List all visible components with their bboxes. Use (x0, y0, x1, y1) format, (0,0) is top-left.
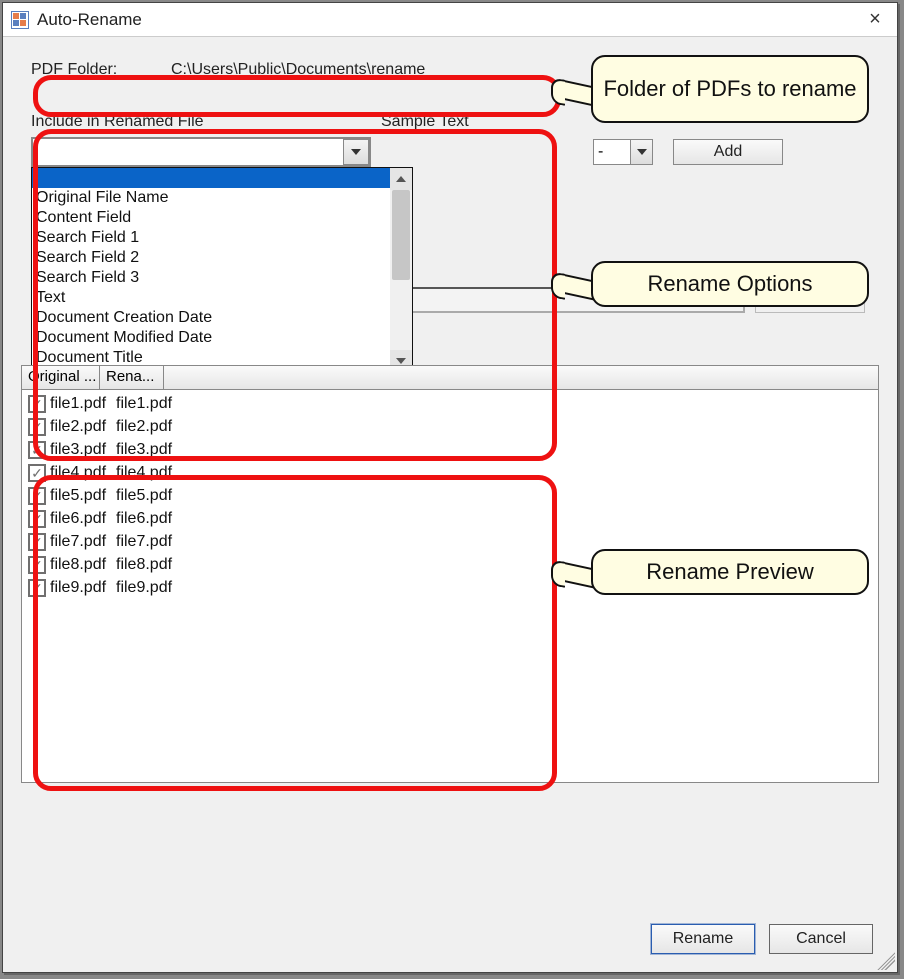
renamed-filename: file1.pdf (116, 395, 172, 413)
renamed-filename: file9.pdf (116, 579, 172, 597)
original-filename: file4.pdf (50, 464, 112, 482)
window-frame: Auto-Rename × PDF Folder: C:\Users\Publi… (2, 2, 898, 973)
annotation-callout: Rename Preview (591, 549, 869, 595)
dropdown-item[interactable]: Search Field 1 (32, 228, 390, 248)
renamed-filename: file5.pdf (116, 487, 172, 505)
close-icon[interactable]: × (861, 8, 889, 32)
resize-grip-icon[interactable] (877, 952, 895, 970)
renamed-filename: file7.pdf (116, 533, 172, 551)
row-checkbox[interactable]: ✓ (28, 487, 46, 505)
cancel-button[interactable]: Cancel (769, 924, 873, 954)
original-filename: file2.pdf (50, 418, 112, 436)
col-renamed[interactable]: Rena... (100, 366, 164, 389)
pdf-folder-label: PDF Folder: (31, 61, 171, 79)
dropdown-item[interactable]: Text (32, 288, 390, 308)
row-checkbox[interactable]: ✓ (28, 441, 46, 459)
original-filename: file8.pdf (50, 556, 112, 574)
dropdown-items: Original File Name Content Field Search … (32, 168, 390, 372)
pdf-folder-path: C:\Users\Public\Documents\rename (171, 61, 425, 79)
row-checkbox[interactable]: ✓ (28, 510, 46, 528)
dropdown-item[interactable]: Content Field (32, 208, 390, 228)
window-title: Auto-Rename (37, 10, 142, 30)
table-row[interactable]: ✓file1.pdffile1.pdf (22, 392, 878, 415)
annotation-callout: Rename Options (591, 261, 869, 307)
scroll-thumb[interactable] (392, 190, 410, 280)
row-checkbox[interactable]: ✓ (28, 395, 46, 413)
dropdown-item[interactable]: Document Modified Date (32, 328, 390, 348)
row-checkbox[interactable]: ✓ (28, 556, 46, 574)
add-button[interactable]: Add (673, 139, 783, 165)
dropdown-item[interactable]: Search Field 2 (32, 248, 390, 268)
original-filename: file5.pdf (50, 487, 112, 505)
table-row[interactable]: ✓file3.pdffile3.pdf (22, 438, 878, 461)
chevron-down-icon[interactable] (343, 139, 369, 165)
dropdown-item-selected[interactable] (32, 168, 390, 188)
row-checkbox[interactable]: ✓ (28, 464, 46, 482)
row-checkbox[interactable]: ✓ (28, 533, 46, 551)
separator-combobox[interactable]: - (593, 139, 653, 165)
separator-value: - (598, 143, 603, 161)
app-icon (11, 11, 29, 29)
row-checkbox[interactable]: ✓ (28, 579, 46, 597)
dropdown-item[interactable]: Document Creation Date (32, 308, 390, 328)
original-filename: file6.pdf (50, 510, 112, 528)
renamed-filename: file3.pdf (116, 441, 172, 459)
col-original[interactable]: Original ... (22, 366, 100, 389)
dropdown-item[interactable]: Original File Name (32, 188, 390, 208)
scrollbar[interactable] (390, 168, 412, 372)
preview-header: Original ... Rena... (22, 366, 878, 390)
table-row[interactable]: ✓file4.pdffile4.pdf (22, 461, 878, 484)
dropdown-item[interactable]: Search Field 3 (32, 268, 390, 288)
rename-button[interactable]: Rename (651, 924, 755, 954)
scroll-up-icon[interactable] (390, 168, 412, 190)
titlebar: Auto-Rename × (3, 3, 897, 37)
renamed-filename: file2.pdf (116, 418, 172, 436)
renamed-filename: file4.pdf (116, 464, 172, 482)
sample-text-label: Sample Text (381, 113, 469, 131)
chevron-down-icon[interactable] (630, 140, 652, 164)
include-combobox[interactable] (31, 137, 371, 167)
original-filename: file1.pdf (50, 395, 112, 413)
row-checkbox[interactable]: ✓ (28, 418, 46, 436)
table-row[interactable]: ✓file6.pdffile6.pdf (22, 507, 878, 530)
original-filename: file3.pdf (50, 441, 112, 459)
table-row[interactable]: ✓file2.pdffile2.pdf (22, 415, 878, 438)
dialog-buttons: Rename Cancel (651, 924, 873, 954)
renamed-filename: file6.pdf (116, 510, 172, 528)
include-dropdown-list[interactable]: Original File Name Content Field Search … (31, 167, 413, 373)
annotation-callout: Folder of PDFs to rename (591, 55, 869, 123)
table-row[interactable]: ✓file5.pdffile5.pdf (22, 484, 878, 507)
original-filename: file9.pdf (50, 579, 112, 597)
include-label: Include in Renamed File (31, 113, 381, 131)
original-filename: file7.pdf (50, 533, 112, 551)
client-area: PDF Folder: C:\Users\Public\Documents\re… (3, 37, 897, 972)
renamed-filename: file8.pdf (116, 556, 172, 574)
